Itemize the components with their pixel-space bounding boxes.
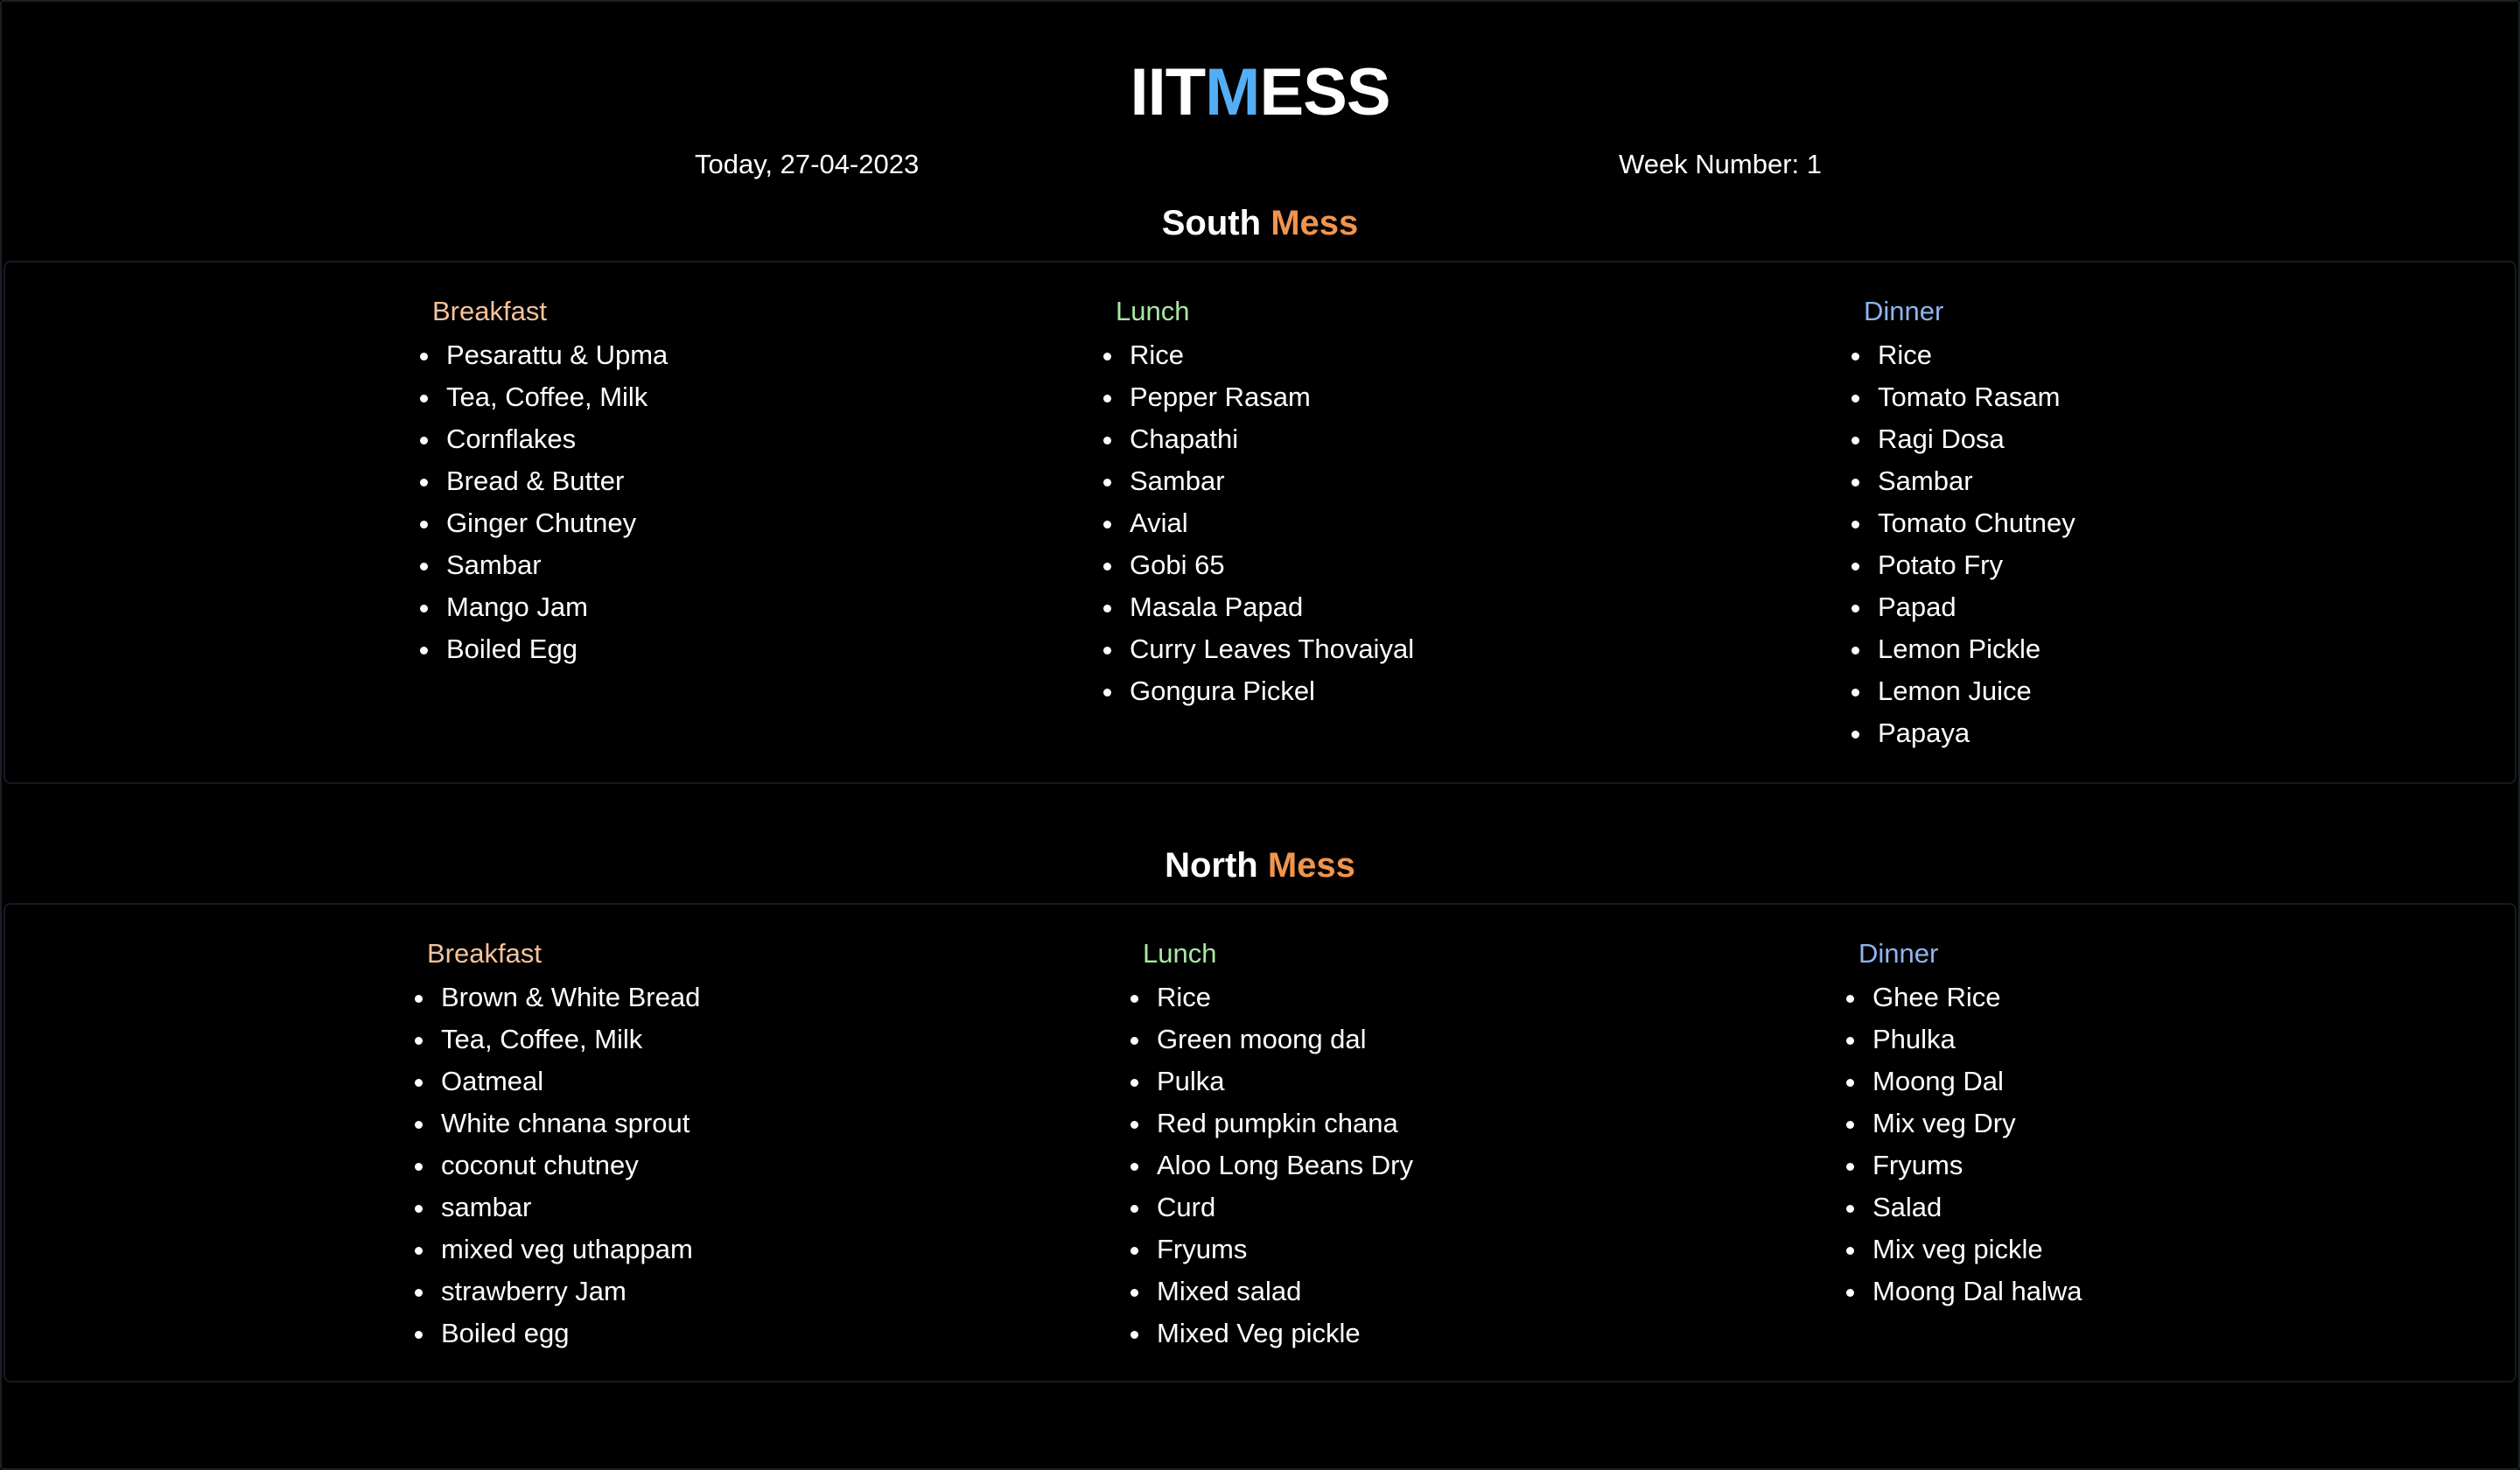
south-lunch-item: Rice xyxy=(1100,334,1414,376)
north-dinner-title: Dinner xyxy=(1858,938,1939,969)
north-lunch-column: Lunch Rice Green moong dal Pulka Red pumpki… xyxy=(1127,936,1413,1354)
south-mess-title-word: South xyxy=(1161,204,1262,242)
north-lunch-title: Lunch xyxy=(1143,938,1217,969)
south-dinner-item: Lemon Pickle xyxy=(1848,628,2076,670)
north-breakfast-item: Oatmeal xyxy=(411,1060,700,1102)
north-breakfast-list: Brown & White Bread Tea, Coffee, Milk Oatm… xyxy=(411,976,700,1354)
south-lunch-item: Masala Papad xyxy=(1100,586,1414,628)
south-mess-panel: Breakfast Pesarattu & Upma Tea, Coffee, M… xyxy=(4,261,2516,784)
south-breakfast-item: Sambar xyxy=(416,544,668,586)
north-lunch-item: Rice xyxy=(1127,976,1413,1018)
south-dinner-item: Tomato Rasam xyxy=(1848,376,2076,418)
north-lunch-item: Mixed salad xyxy=(1127,1270,1413,1312)
north-mess-title-accent: Mess xyxy=(1267,846,1355,885)
south-lunch-item: Pepper Rasam xyxy=(1100,376,1414,418)
south-breakfast-item: Pesarattu & Upma xyxy=(416,334,668,376)
south-breakfast-item: Mango Jam xyxy=(416,586,668,628)
north-dinner-item: Moong Dal xyxy=(1843,1060,2082,1102)
north-breakfast-item: strawberry Jam xyxy=(411,1270,700,1312)
app-title-part1: IIT xyxy=(1130,55,1206,130)
north-breakfast-item: mixed veg uthappam xyxy=(411,1228,700,1270)
page: IITMESS Today, 27-04-2023 Week Number: 1… xyxy=(0,0,2520,1470)
app-title-accent: M xyxy=(1205,55,1260,130)
info-row: Today, 27-04-2023 Week Number: 1 xyxy=(2,145,2518,184)
north-dinner-item: Fryums xyxy=(1843,1144,2082,1186)
south-breakfast-item: Tea, Coffee, Milk xyxy=(416,376,668,418)
north-lunch-item: Curd xyxy=(1127,1186,1413,1228)
south-dinner-list: Rice Tomato Rasam Ragi Dosa Sambar Tomato Ch… xyxy=(1848,334,2076,754)
north-lunch-item: Green moong dal xyxy=(1127,1018,1413,1060)
north-breakfast-item: Brown & White Bread xyxy=(411,976,700,1018)
south-lunch-item: Chapathi xyxy=(1100,418,1414,460)
north-breakfast-title: Breakfast xyxy=(427,938,542,969)
south-mess-title: South Mess xyxy=(2,200,2518,247)
south-lunch-list: Rice Pepper Rasam Chapathi Sambar Avial Gobi … xyxy=(1100,334,1414,712)
south-lunch-column: Lunch Rice Pepper Rasam Chapathi Sambar Avia… xyxy=(1100,294,1414,712)
today-date: Today, 27-04-2023 xyxy=(695,149,920,179)
south-mess-title-accent: Mess xyxy=(1270,204,1359,242)
south-breakfast-list: Pesarattu & Upma Tea, Coffee, Milk Cornfla… xyxy=(416,334,668,670)
north-dinner-item: Phulka xyxy=(1843,1018,2082,1060)
north-breakfast-item: White chnana sprout xyxy=(411,1102,700,1144)
south-dinner-item: Lemon Juice xyxy=(1848,670,2076,712)
north-lunch-item: Mixed Veg pickle xyxy=(1127,1312,1413,1354)
north-dinner-item: Mix veg Dry xyxy=(1843,1102,2082,1144)
south-breakfast-item: Cornflakes xyxy=(416,418,668,460)
north-breakfast-column: Breakfast Brown & White Bread Tea, Coffee… xyxy=(411,936,700,1354)
north-lunch-item: Pulka xyxy=(1127,1060,1413,1102)
south-dinner-item: Sambar xyxy=(1848,460,2076,502)
south-lunch-item: Sambar xyxy=(1100,460,1414,502)
north-dinner-item: Salad xyxy=(1843,1186,2082,1228)
south-dinner-title: Dinner xyxy=(1864,296,1944,326)
south-lunch-item: Curry Leaves Thovaiyal xyxy=(1100,628,1414,670)
north-breakfast-item: coconut chutney xyxy=(411,1144,700,1186)
south-dinner-item: Tomato Chutney xyxy=(1848,502,2076,544)
south-breakfast-item: Bread & Butter xyxy=(416,460,668,502)
south-dinner-item: Potato Fry xyxy=(1848,544,2076,586)
south-lunch-item: Gongura Pickel xyxy=(1100,670,1414,712)
south-dinner-column: Dinner Rice Tomato Rasam Ragi Dosa Sambar To… xyxy=(1848,294,2076,754)
south-dinner-item: Papad xyxy=(1848,586,2076,628)
south-lunch-item: Gobi 65 xyxy=(1100,544,1414,586)
south-dinner-item: Papaya xyxy=(1848,712,2076,754)
north-lunch-item: Red pumpkin chana xyxy=(1127,1102,1413,1144)
north-dinner-column: Dinner Ghee Rice Phulka Moong Dal Mix veg D… xyxy=(1843,936,2082,1312)
north-breakfast-item: sambar xyxy=(411,1186,700,1228)
app-title-part2: ESS xyxy=(1259,55,1390,130)
north-mess-title-word: North xyxy=(1165,846,1258,885)
north-lunch-item: Aloo Long Beans Dry xyxy=(1127,1144,1413,1186)
south-dinner-item: Ragi Dosa xyxy=(1848,418,2076,460)
north-breakfast-item: Tea, Coffee, Milk xyxy=(411,1018,700,1060)
south-lunch-item: Avial xyxy=(1100,502,1414,544)
north-lunch-item: Fryums xyxy=(1127,1228,1413,1270)
south-breakfast-item: Ginger Chutney xyxy=(416,502,668,544)
north-breakfast-item: Boiled egg xyxy=(411,1312,700,1354)
north-dinner-item: Ghee Rice xyxy=(1843,976,2082,1018)
north-lunch-list: Rice Green moong dal Pulka Red pumpkin chan… xyxy=(1127,976,1413,1354)
week-number: Week Number: 1 xyxy=(1619,149,1823,179)
north-dinner-list: Ghee Rice Phulka Moong Dal Mix veg Dry Fryum… xyxy=(1843,976,2082,1312)
app-title: IITMESS xyxy=(2,52,2518,133)
north-dinner-item: Moong Dal halwa xyxy=(1843,1270,2082,1312)
south-dinner-item: Rice xyxy=(1848,334,2076,376)
north-mess-panel: Breakfast Brown & White Bread Tea, Coffee… xyxy=(4,903,2516,1382)
south-breakfast-title: Breakfast xyxy=(432,296,547,326)
south-breakfast-column: Breakfast Pesarattu & Upma Tea, Coffee, M… xyxy=(416,294,668,670)
north-mess-title: North Mess xyxy=(2,842,2518,889)
south-breakfast-item: Boiled Egg xyxy=(416,628,668,670)
south-lunch-title: Lunch xyxy=(1116,296,1190,326)
north-dinner-item: Mix veg pickle xyxy=(1843,1228,2082,1270)
